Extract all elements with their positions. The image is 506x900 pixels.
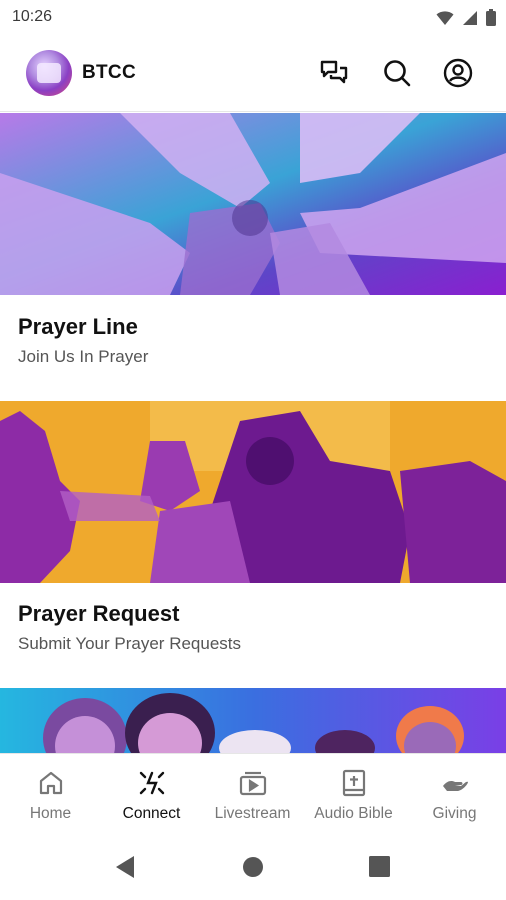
card-congregation[interactable] <box>0 688 506 753</box>
search-icon[interactable] <box>380 56 414 90</box>
app-title: BTCC <box>82 62 136 83</box>
bottom-nav: Home Connect Livestream Audio Bible Givi… <box>0 753 506 835</box>
card-subtitle: Join Us In Prayer <box>18 347 149 366</box>
chat-icon[interactable] <box>317 56 351 90</box>
card-subtitle: Submit Your Prayer Requests <box>18 634 242 653</box>
congregation-faces-photo <box>0 688 506 753</box>
wifi-icon <box>436 10 454 25</box>
hands-circle-photo <box>0 113 506 295</box>
nav-audio-bible[interactable]: Audio Bible <box>303 754 404 836</box>
worship-gathering-photo <box>0 401 506 583</box>
connect-icon <box>137 768 167 798</box>
nav-connect[interactable]: Connect <box>101 754 202 836</box>
card-prayer-line[interactable]: Prayer Line Join Us In Prayer <box>0 113 506 401</box>
card-prayer-request[interactable]: Prayer Request Submit Your Prayer Reques… <box>0 401 506 688</box>
card-title: Prayer Line <box>18 314 138 339</box>
church-logo[interactable] <box>26 50 72 96</box>
app-header: BTCC <box>0 36 506 112</box>
status-bar: 10:26 <box>0 0 506 36</box>
nav-livestream[interactable]: Livestream <box>202 754 303 836</box>
recents-icon[interactable] <box>369 856 390 877</box>
giving-icon <box>440 768 470 798</box>
nav-giving[interactable]: Giving <box>404 754 505 836</box>
nav-label: Audio Bible <box>314 805 393 822</box>
account-icon[interactable] <box>441 56 475 90</box>
card-title: Prayer Request <box>18 601 180 626</box>
nav-home[interactable]: Home <box>0 754 101 836</box>
home-button-icon[interactable] <box>242 856 264 878</box>
nav-label: Giving <box>432 805 477 822</box>
nav-label: Livestream <box>214 805 291 822</box>
battery-icon <box>486 9 496 26</box>
status-icons <box>436 9 496 26</box>
system-nav-bar <box>0 835 506 900</box>
bible-icon <box>339 768 369 798</box>
nav-label: Connect <box>122 805 181 822</box>
livestream-icon <box>238 768 268 798</box>
status-time: 10:26 <box>12 8 53 25</box>
nav-label: Home <box>29 805 72 822</box>
back-icon[interactable] <box>114 855 136 879</box>
home-icon <box>36 768 66 798</box>
signal-icon <box>463 10 477 25</box>
